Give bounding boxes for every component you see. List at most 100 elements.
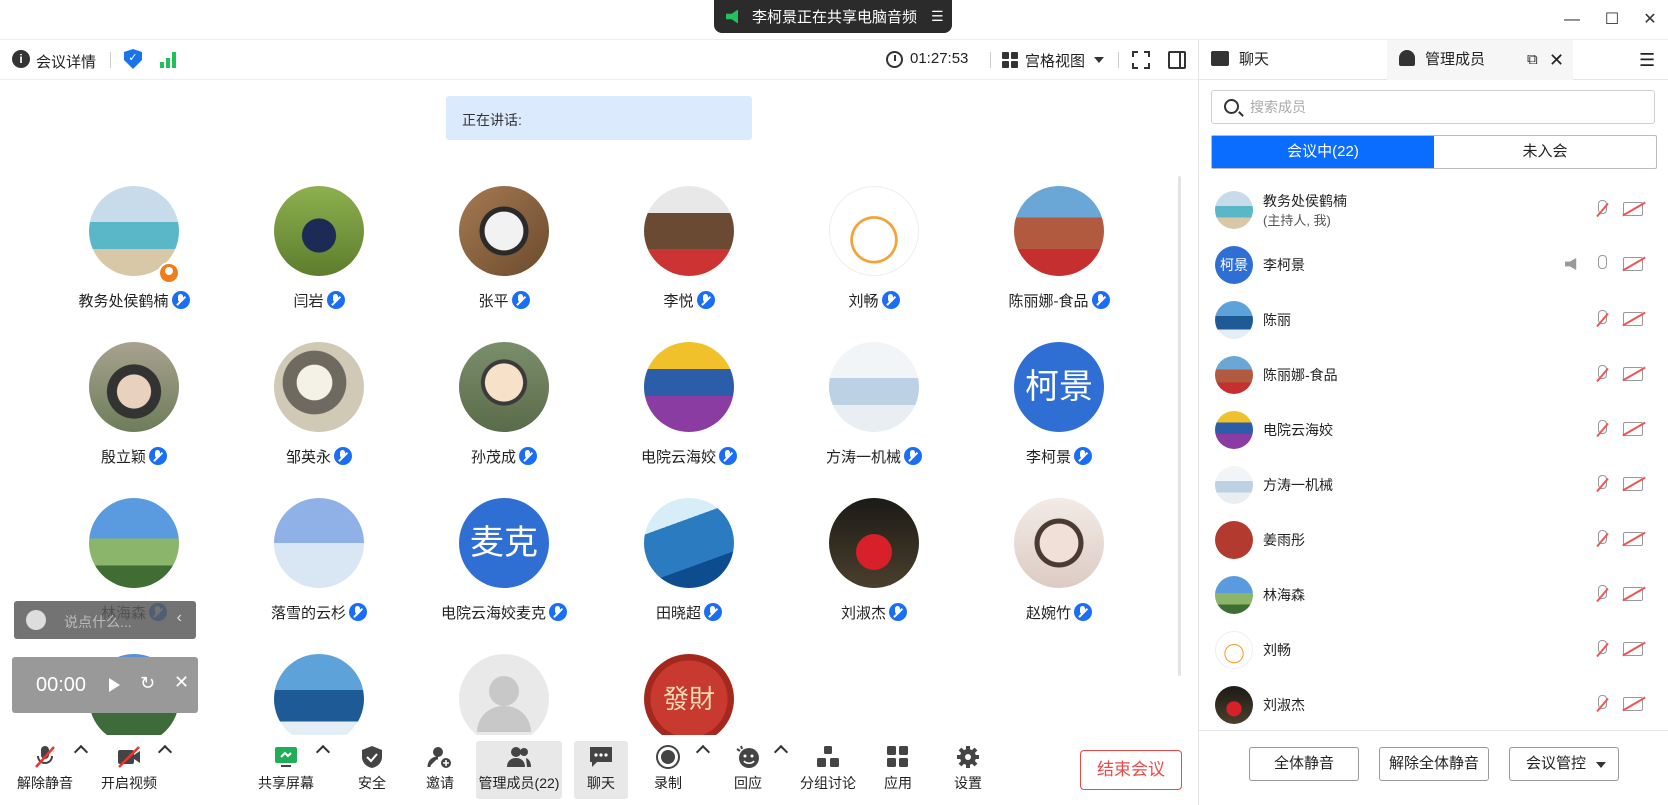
participant-avatar[interactable] [89,498,179,588]
member-row[interactable]: 柯景 李柯景 [1199,237,1667,292]
unmute-button[interactable]: 解除静音 [12,741,78,799]
camera-off-icon[interactable] [1623,642,1643,656]
mic-off-icon[interactable] [1595,365,1609,385]
participant-tile[interactable]: 發財 [597,654,777,735]
participant-avatar[interactable]: 麦克 [459,498,549,588]
share-options-chevron-icon[interactable] [315,744,331,760]
member-row[interactable]: 陈丽娜-食品 [1199,347,1667,402]
comment-placeholder[interactable]: 说点什么... [64,612,132,632]
participant-avatar[interactable] [459,186,549,276]
record-options-chevron-icon[interactable] [695,744,711,760]
member-row[interactable]: 电院云海姣 [1199,402,1667,457]
participant-avatar[interactable] [1014,498,1104,588]
participant-tile[interactable]: 李悦 [597,186,777,326]
participant-avatar[interactable]: 發財 [644,654,734,735]
participant-avatar[interactable] [459,654,549,735]
manage-members-button[interactable]: 管理成员(22) [476,741,562,799]
mic-off-icon[interactable] [1595,585,1609,605]
participant-avatar[interactable] [829,342,919,432]
unmute-all-button[interactable]: 解除全体静音 [1379,747,1489,781]
mic-off-icon[interactable] [1595,200,1609,220]
participant-tile[interactable]: 邹英永 [227,342,407,482]
participant-tile[interactable] [227,654,407,735]
reaction-options-chevron-icon[interactable] [773,744,789,760]
participant-tile[interactable]: 张平 [412,186,592,326]
start-video-button[interactable]: 开启视频 [96,741,162,799]
camera-off-icon[interactable] [1623,367,1643,381]
reaction-button[interactable]: 回应 [728,741,768,799]
participant-avatar[interactable] [644,498,734,588]
participant-tile[interactable]: 殷立颖 [42,342,222,482]
close-panel-icon[interactable]: ✕ [1549,40,1573,80]
camera-off-icon[interactable] [1623,422,1643,436]
participant-tile[interactable]: 教务处侯鹤楠 [42,186,222,326]
camera-off-icon[interactable] [1623,532,1643,546]
participant-tile[interactable] [412,654,592,735]
participant-avatar[interactable] [644,342,734,432]
camera-off-icon[interactable] [1623,202,1643,216]
camera-off-icon[interactable] [1623,257,1643,271]
camera-off-icon[interactable] [1623,587,1643,601]
tab-chat[interactable]: 聊天 [1199,40,1387,80]
participant-tile[interactable]: 麦克 电院云海姣麦克 [412,498,592,638]
mic-off-icon[interactable] [1595,695,1609,715]
participant-tile[interactable]: 赵婉竹 [967,498,1147,638]
mic-off-icon[interactable] [1595,420,1609,440]
meeting-control-button[interactable]: 会议管控 [1509,747,1619,781]
member-row[interactable]: 方涛一机械 [1199,457,1667,512]
camera-off-icon[interactable] [1623,312,1643,326]
participant-tile[interactable]: 落雪的云杉 [227,498,407,638]
settings-button[interactable]: 设置 [948,741,988,799]
mic-icon[interactable] [1595,255,1609,275]
chat-button[interactable]: 聊天 [574,741,628,799]
participant-tile[interactable]: 田晓超 [597,498,777,638]
replay-icon[interactable]: ↻ [140,673,155,694]
participant-tile[interactable]: 陈丽娜-食品 [967,186,1147,326]
participant-tile[interactable]: 刘淑杰 [782,498,962,638]
apps-button[interactable]: 应用 [878,741,918,799]
participant-avatar[interactable] [274,654,364,735]
panel-menu-icon[interactable]: ☰ [1639,40,1659,80]
participant-avatar[interactable] [274,186,364,276]
participant-tile[interactable]: 柯景 李柯景 [967,342,1147,482]
participant-avatar[interactable] [829,498,919,588]
share-screen-button[interactable]: 共享屏幕 [256,741,316,799]
maximize-button[interactable]: ☐ [1602,10,1622,30]
close-player-icon[interactable]: ✕ [174,672,189,693]
collapse-icon[interactable]: ‹ [177,609,182,627]
member-row[interactable]: 林海森 [1199,567,1667,622]
play-icon[interactable] [109,678,120,692]
end-meeting-button[interactable]: 结束会议 [1080,750,1182,790]
camera-off-icon[interactable] [1623,477,1643,491]
member-row[interactable]: 刘畅 [1199,622,1667,677]
participant-tile[interactable]: 电院云海姣 [597,342,777,482]
record-button[interactable]: 录制 [648,741,688,799]
participant-tile[interactable]: 闫岩 [227,186,407,326]
participant-avatar[interactable] [1014,186,1104,276]
participant-avatar[interactable]: 柯景 [1014,342,1104,432]
invite-button[interactable]: 邀请 [420,741,460,799]
member-search-input[interactable]: 搜索成员 [1211,90,1655,124]
participant-avatar[interactable] [274,342,364,432]
member-row[interactable]: 陈丽 [1199,292,1667,347]
popout-icon[interactable]: ⧉ [1527,40,1547,80]
minimize-button[interactable]: — [1562,10,1582,30]
participant-avatar[interactable] [274,498,364,588]
comment-input-bar[interactable]: 说点什么... ‹ [14,601,196,639]
member-row[interactable]: 刘淑杰 [1199,677,1667,732]
camera-off-icon[interactable] [1623,697,1643,711]
member-row[interactable]: 姜雨彤 [1199,512,1667,567]
tab-not-joined[interactable]: 未入会 [1434,136,1656,168]
mic-off-icon[interactable] [1595,310,1609,330]
breakout-rooms-button[interactable]: 分组讨论 [798,741,858,799]
participant-tile[interactable]: 刘畅 [782,186,962,326]
participant-avatar[interactable] [829,186,919,276]
mic-off-icon[interactable] [1595,640,1609,660]
emoji-icon[interactable] [26,610,46,630]
mute-all-button[interactable]: 全体静音 [1249,747,1359,781]
grid-scrollbar[interactable] [1178,176,1181,676]
participant-avatar[interactable] [89,342,179,432]
security-button[interactable]: 安全 [352,741,392,799]
close-window-button[interactable]: ✕ [1640,10,1660,30]
mic-off-icon[interactable] [1595,475,1609,495]
